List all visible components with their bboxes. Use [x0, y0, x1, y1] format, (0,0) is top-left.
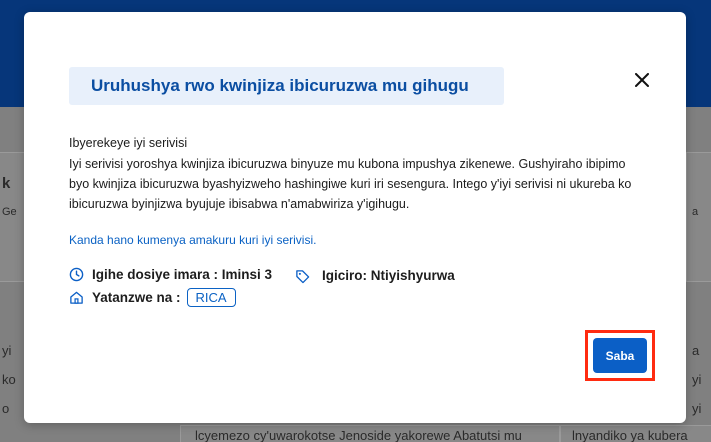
more-info-link[interactable]: Kanda hano kumenya amakuru kuri iyi seri…: [69, 233, 316, 247]
background-text: yi: [692, 372, 702, 387]
close-button[interactable]: [630, 68, 654, 92]
description-heading: Ibyerekeye iyi serivisi: [69, 136, 188, 150]
background-text: k: [2, 175, 11, 192]
background-text: Ge: [2, 206, 17, 218]
apply-button[interactable]: Saba: [593, 338, 647, 373]
background-text: lcyemezo cy'uwarokotse Jenoside yakorewe…: [195, 428, 522, 442]
processing-time-row: Igihe dosiye imara : Iminsi 3: [69, 267, 272, 282]
modal-title: Uruhushya rwo kwinjiza ibicuruzwa mu gih…: [91, 76, 469, 95]
background-text: yi: [2, 343, 12, 358]
processing-time: Igihe dosiye imara : Iminsi 3: [92, 267, 273, 282]
building-icon: [70, 291, 83, 304]
provider-row: Yatanzwe na : RICA: [69, 288, 236, 307]
provider-label: Yatanzwe na :: [92, 290, 181, 305]
provider-badge: RICA: [186, 288, 236, 307]
service-modal: Uruhushya rwo kwinjiza ibicuruzwa mu gih…: [24, 12, 686, 423]
close-icon: [635, 73, 649, 87]
cost-text: Igiciro: Ntiyishyurwa: [322, 268, 455, 283]
tag-icon: [296, 270, 310, 284]
modal-title-box: Uruhushya rwo kwinjiza ibicuruzwa mu gih…: [69, 67, 504, 105]
clock-icon: [69, 267, 84, 282]
description-body: Iyi serivisi yoroshya kwinjiza ibicuruzw…: [69, 157, 632, 211]
background-text: a: [692, 206, 699, 218]
background-text: lnyandiko ya kubera: [572, 428, 688, 442]
background-text: yi: [692, 401, 702, 416]
background-text: ko: [2, 372, 16, 387]
background-text: a: [692, 343, 700, 358]
background-text: o: [2, 401, 10, 416]
